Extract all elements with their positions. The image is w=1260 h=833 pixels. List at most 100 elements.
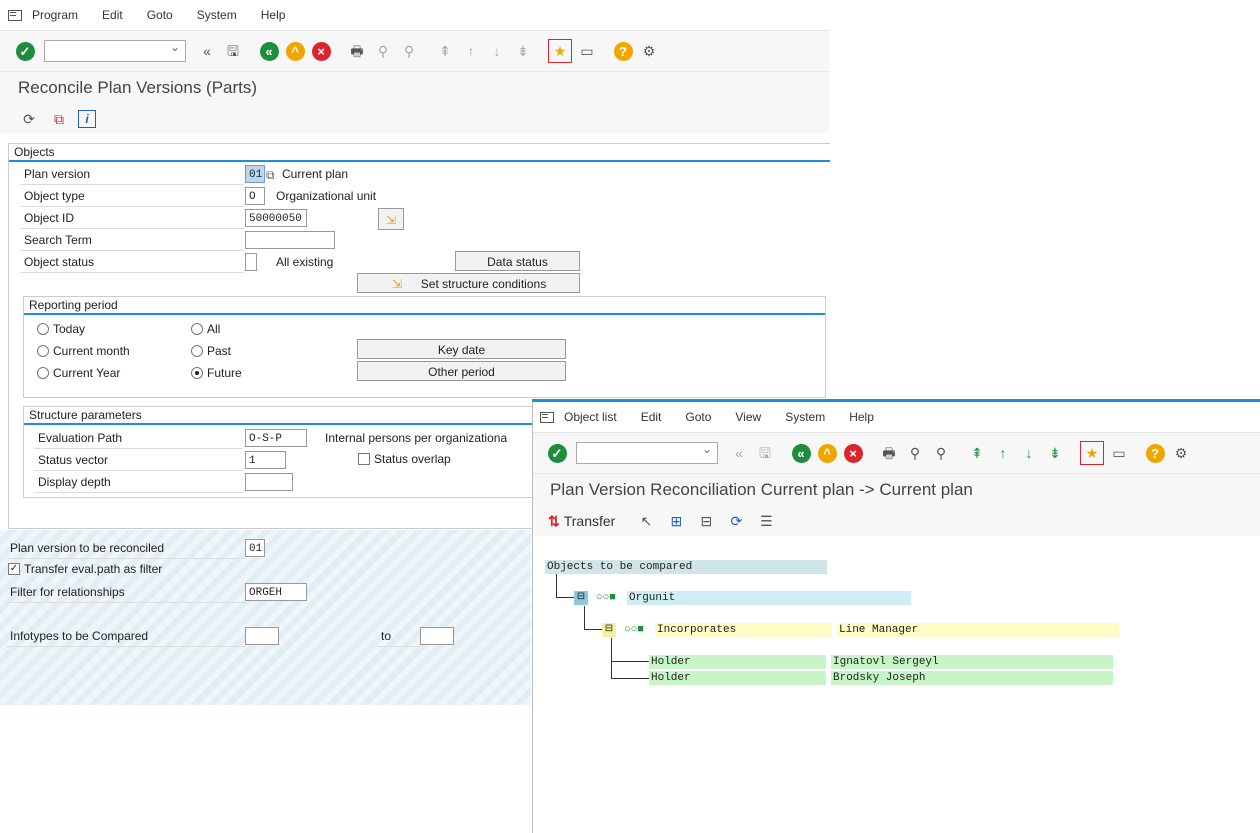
- first-page-icon-2[interactable]: ⇞: [966, 442, 988, 464]
- object-select-icon[interactable]: ⇲: [378, 208, 404, 230]
- transfer-button[interactable]: ⇅ Transfer: [548, 513, 615, 530]
- find-next-icon-2[interactable]: ⚲: [930, 442, 952, 464]
- select-cursor-icon[interactable]: ↖: [635, 510, 657, 532]
- save-icon[interactable]: 🖫: [222, 40, 244, 62]
- create-session-icon[interactable]: ★: [548, 39, 572, 63]
- plan-reconciled-input[interactable]: 01: [245, 539, 265, 557]
- print-icon[interactable]: 🖶: [346, 40, 368, 62]
- infotypes-from-input[interactable]: [245, 627, 279, 645]
- expand-icon[interactable]: ⊞: [665, 510, 687, 532]
- tree-orgunit-node[interactable]: Orgunit: [627, 591, 911, 605]
- create-session-icon-2[interactable]: ★: [1080, 441, 1104, 465]
- evaluation-path-input[interactable]: O-S-P: [245, 429, 307, 447]
- menu-program[interactable]: Program: [32, 8, 78, 22]
- double-chevron-left-icon[interactable]: «: [196, 40, 218, 62]
- key-date-button[interactable]: Key date: [357, 339, 566, 359]
- back-icon[interactable]: «: [258, 40, 280, 62]
- enter-check-icon-2[interactable]: ✓: [546, 442, 568, 464]
- plan-version-input[interactable]: 01: [245, 165, 265, 183]
- radio-current-year[interactable]: Current Year: [37, 366, 120, 380]
- tree-holder-name[interactable]: Brodsky Joseph: [831, 671, 1113, 685]
- menu-system-2[interactable]: System: [785, 410, 825, 424]
- app-menu-icon[interactable]: [8, 9, 22, 21]
- command-field[interactable]: [44, 40, 186, 62]
- cancel-icon[interactable]: ×: [310, 40, 332, 62]
- status-overlap-checkbox[interactable]: Status overlap: [358, 452, 451, 466]
- radio-all[interactable]: All: [191, 322, 220, 336]
- tree-holder-row[interactable]: Holder: [649, 655, 826, 669]
- help-icon-2[interactable]: ?: [1144, 442, 1166, 464]
- set-structure-conditions-button[interactable]: ⇲ Set structure conditions: [357, 273, 580, 293]
- last-page-icon-2[interactable]: ⇟: [1044, 442, 1066, 464]
- print-icon-2[interactable]: 🖶: [878, 442, 900, 464]
- menu-help[interactable]: Help: [261, 8, 286, 22]
- find-icon-2[interactable]: ⚲: [904, 442, 926, 464]
- window-border: [532, 402, 533, 833]
- find-icon[interactable]: ⚲: [372, 40, 394, 62]
- menu-goto-2[interactable]: Goto: [685, 410, 711, 424]
- menu-edit[interactable]: Edit: [102, 8, 123, 22]
- radio-current-month[interactable]: Current month: [37, 344, 130, 358]
- transfer-eval-path-checkbox[interactable]: ✓ Transfer eval.path as filter: [8, 562, 162, 576]
- next-page-icon[interactable]: ↓: [486, 40, 508, 62]
- radio-past[interactable]: Past: [191, 344, 231, 358]
- prev-page-icon[interactable]: ↑: [460, 40, 482, 62]
- exit-icon[interactable]: ^: [284, 40, 306, 62]
- info-icon[interactable]: i: [78, 110, 96, 128]
- tree-root-node[interactable]: Objects to be compared: [545, 560, 827, 574]
- find-next-icon[interactable]: ⚲: [398, 40, 420, 62]
- object-type-input[interactable]: O: [245, 187, 265, 205]
- search-help-icon[interactable]: ⧉: [266, 166, 275, 184]
- folder-open-icon-2[interactable]: ⊟: [602, 623, 616, 637]
- shortcut-icon[interactable]: ▭: [576, 40, 598, 62]
- folder-open-icon[interactable]: ⊟: [574, 591, 588, 605]
- radio-future[interactable]: Future: [191, 366, 242, 380]
- enter-check-icon[interactable]: ✓: [14, 40, 36, 62]
- page-title: Reconcile Plan Versions (Parts): [0, 72, 829, 104]
- search-term-input[interactable]: [245, 231, 335, 249]
- menu-system[interactable]: System: [197, 8, 237, 22]
- settings-gear-icon[interactable]: ⚙: [638, 40, 660, 62]
- menu-help-2[interactable]: Help: [849, 410, 874, 424]
- variants-icon[interactable]: ⧉: [48, 108, 70, 130]
- last-page-icon[interactable]: ⇟: [512, 40, 534, 62]
- filter-relationships-input[interactable]: ORGEH: [245, 583, 307, 601]
- tree-holder-name[interactable]: Ignatovl Sergeyl: [831, 655, 1113, 669]
- tree-line: [611, 638, 612, 679]
- infotypes-to-input[interactable]: [420, 627, 454, 645]
- save-icon-2[interactable]: 🖫: [754, 442, 776, 464]
- other-period-button[interactable]: Other period: [357, 361, 566, 381]
- orgunit-icon: ○○■: [596, 592, 616, 604]
- object-id-input[interactable]: 50000050: [245, 209, 307, 227]
- back-icon-2[interactable]: «: [790, 442, 812, 464]
- display-depth-input[interactable]: [245, 473, 293, 491]
- menu-goto[interactable]: Goto: [147, 8, 173, 22]
- radio-today[interactable]: Today: [37, 322, 85, 336]
- prev-page-icon-2[interactable]: ↑: [992, 442, 1014, 464]
- double-chevron-left-icon-2[interactable]: «: [728, 442, 750, 464]
- menu-view[interactable]: View: [735, 410, 761, 424]
- list-icon[interactable]: ☰: [755, 510, 777, 532]
- command-field-2[interactable]: [576, 442, 718, 464]
- refresh-icon[interactable]: ⟳: [725, 510, 747, 532]
- first-page-icon[interactable]: ⇞: [434, 40, 456, 62]
- shortcut-icon-2[interactable]: ▭: [1108, 442, 1130, 464]
- status-vector-input[interactable]: 1: [245, 451, 286, 469]
- menu-object-list[interactable]: Object list: [564, 410, 617, 424]
- object-status-input[interactable]: [245, 253, 257, 271]
- tree-incorporates-node[interactable]: Incorporates: [655, 623, 832, 637]
- tree-line-manager-node[interactable]: Line Manager: [837, 623, 1119, 637]
- help-icon[interactable]: ?: [612, 40, 634, 62]
- cancel-icon-2[interactable]: ×: [842, 442, 864, 464]
- tree-line: [556, 597, 574, 598]
- tree-holder-row[interactable]: Holder: [649, 671, 826, 685]
- app-menu-icon-2[interactable]: [540, 411, 554, 423]
- data-status-button[interactable]: Data status: [455, 251, 580, 271]
- menu-edit-2[interactable]: Edit: [641, 410, 662, 424]
- settings-gear-icon-2[interactable]: ⚙: [1170, 442, 1192, 464]
- exit-icon-2[interactable]: ^: [816, 442, 838, 464]
- execute-icon[interactable]: ⟳: [18, 108, 40, 130]
- next-page-icon-2[interactable]: ↓: [1018, 442, 1040, 464]
- infotypes-label: Infotypes to be Compared: [6, 626, 245, 647]
- collapse-icon[interactable]: ⊟: [695, 510, 717, 532]
